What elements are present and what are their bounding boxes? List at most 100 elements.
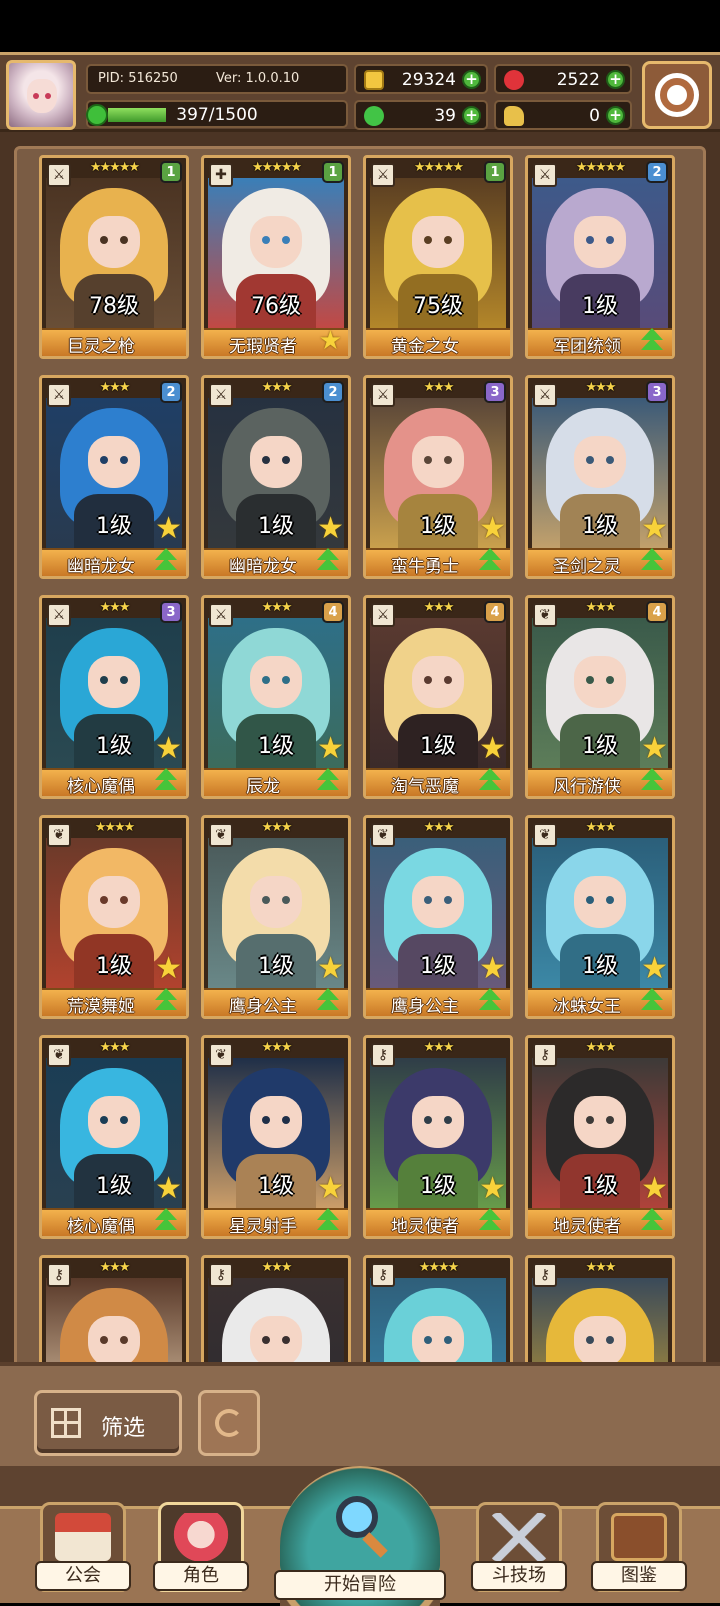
- character-list-panel: ⚔ ★★★★★ 1 78级 巨灵之枪 ✚ ★★★★★ 1 76级 无瑕贤者 ★ ⚔ ★★★★★…: [0, 132, 720, 1459]
- character-name: 核心魔偶: [67, 777, 135, 797]
- fist-counter: 0 +: [494, 100, 632, 130]
- portrait-eye: [586, 676, 594, 684]
- gem-value: 2522: [556, 70, 600, 90]
- rarity-stars: ★★★: [99, 1260, 131, 1275]
- nav-guild[interactable]: 公会: [35, 1502, 131, 1592]
- rank-badge: 1: [484, 161, 506, 183]
- portrait-face: [88, 436, 140, 488]
- rarity-stars: ★★★★: [94, 820, 136, 835]
- portrait-eye: [586, 1336, 594, 1344]
- star-upgrade-icon: ★: [318, 326, 342, 356]
- character-card[interactable]: ❦ ★★★ 4 1级 风行游侠 ★: [525, 595, 675, 799]
- clover-icon: [364, 106, 384, 126]
- clover-value: 39: [434, 106, 456, 126]
- portrait-eye: [444, 676, 452, 684]
- portrait-face: [412, 1316, 464, 1368]
- character-card[interactable]: ⚔ ★★★ 2 1级 幽暗龙女 ★: [201, 375, 351, 579]
- name-bar: 黄金之女: [366, 328, 510, 356]
- portrait-eye: [586, 896, 594, 904]
- character-card[interactable]: ✚ ★★★★★ 1 76级 无瑕贤者 ★: [201, 155, 351, 359]
- level-up-arrow-icon: [476, 548, 504, 574]
- star-upgrade-icon: ★: [317, 1171, 344, 1206]
- character-name: 蛮牛勇士: [391, 557, 459, 577]
- gold-value: 29324: [401, 70, 456, 90]
- character-card[interactable]: ❦ ★★★ 1级 鹰身公主 ★: [363, 815, 513, 1019]
- add-gold-button[interactable]: +: [462, 70, 481, 89]
- avatar-face: [27, 79, 57, 113]
- portrait-eye: [606, 456, 614, 464]
- portrait-eye: [586, 1116, 594, 1124]
- portrait-face: [574, 436, 626, 488]
- rarity-stars: ★★★: [261, 1260, 293, 1275]
- list-controls: 筛选: [0, 1362, 720, 1466]
- rarity-stars: ★★★: [423, 820, 455, 835]
- character-card[interactable]: ❦ ★★★ 1级 鹰身公主 ★: [201, 815, 351, 1019]
- settings-button[interactable]: [642, 61, 712, 129]
- rank-badge: 3: [646, 381, 668, 403]
- character-card[interactable]: ⚷ ★★★ 1级 地灵使者 ★: [525, 1035, 675, 1239]
- nav-character[interactable]: 角色: [153, 1502, 249, 1592]
- rank-badge: 3: [160, 601, 182, 623]
- player-avatar[interactable]: [6, 60, 76, 130]
- portrait-eye: [262, 236, 270, 244]
- rarity-stars: ★★★: [585, 1040, 617, 1055]
- portrait-eye: [282, 896, 290, 904]
- character-card[interactable]: ⚔ ★★★ 4 1级 淘气恶魔 ★: [363, 595, 513, 799]
- add-gem-button[interactable]: +: [606, 70, 625, 89]
- portrait-eye: [120, 1116, 128, 1124]
- character-card[interactable]: ⚔ ★★★★★ 1 78级 巨灵之枪: [39, 155, 189, 359]
- gold-coin-icon: [364, 70, 384, 90]
- portrait-eye: [606, 1116, 614, 1124]
- nav-arena-label: 斗技场: [471, 1561, 567, 1591]
- nav-arena[interactable]: 斗技场: [471, 1502, 567, 1592]
- rank-badge: 2: [646, 161, 668, 183]
- character-grid[interactable]: ⚔ ★★★★★ 1 78级 巨灵之枪 ✚ ★★★★★ 1 76级 无瑕贤者 ★ ⚔ ★★★★★…: [14, 146, 706, 1459]
- character-card[interactable]: ⚔ ★★★★★ 1 75级 黄金之女: [363, 155, 513, 359]
- character-card[interactable]: ⚔ ★★★ 3 1级 圣剑之灵 ★: [525, 375, 675, 579]
- character-card[interactable]: ⚔ ★★★ 2 1级 幽暗龙女 ★: [39, 375, 189, 579]
- star-upgrade-icon: ★: [317, 951, 344, 986]
- nav-codex[interactable]: 图鉴: [591, 1502, 687, 1592]
- nav-start-adventure[interactable]: 开始冒险: [274, 1466, 446, 1606]
- character-icon: [173, 1513, 229, 1561]
- star-upgrade-icon: ★: [479, 511, 506, 546]
- portrait-eye: [424, 1116, 432, 1124]
- rank-badge: 1: [160, 161, 182, 183]
- add-clover-button[interactable]: +: [462, 106, 481, 125]
- character-name: 淘气恶魔: [391, 777, 459, 797]
- refresh-icon: [215, 1409, 243, 1437]
- portrait-face: [412, 216, 464, 268]
- character-card[interactable]: ⚔ ★★★ 3 1级 蛮牛勇士 ★: [363, 375, 513, 579]
- filter-label: 筛选: [101, 1416, 146, 1441]
- character-name: 辰龙: [246, 777, 280, 797]
- portrait-face: [88, 1096, 140, 1148]
- character-card[interactable]: ⚷ ★★★ 1级 地灵使者 ★: [363, 1035, 513, 1239]
- portrait-eye: [262, 896, 270, 904]
- level-up-arrow-icon: [638, 1208, 666, 1234]
- filter-button[interactable]: 筛选: [34, 1390, 182, 1456]
- character-card[interactable]: ❦ ★★★ 1级 星灵射手 ★: [201, 1035, 351, 1239]
- portrait-face: [250, 436, 302, 488]
- portrait-eye: [262, 1116, 270, 1124]
- portrait-face: [574, 1316, 626, 1368]
- reset-filter-button[interactable]: [198, 1390, 260, 1456]
- character-card[interactable]: ❦ ★★★ 1级 核心魔偶 ★: [39, 1035, 189, 1239]
- character-card[interactable]: ⚔ ★★★★★ 2 1级 军团统领: [525, 155, 675, 359]
- level-up-arrow-icon: [314, 768, 342, 794]
- character-level: 76级: [251, 294, 301, 319]
- level-up-arrow-icon: [476, 768, 504, 794]
- level-up-arrow-icon: [638, 328, 666, 354]
- character-name: 风行游侠: [553, 777, 621, 797]
- character-card[interactable]: ❦ ★★★ 1级 冰蛛女王 ★: [525, 815, 675, 1019]
- filter-grid-icon: [51, 1408, 81, 1438]
- player-info-box: PID: 516250 Ver: 1.0.0.10: [86, 64, 348, 94]
- portrait-eye: [120, 456, 128, 464]
- portrait-eye: [100, 676, 108, 684]
- fist-value: 0: [589, 106, 600, 126]
- character-card[interactable]: ⚔ ★★★ 3 1级 核心魔偶 ★: [39, 595, 189, 799]
- rarity-stars: ★★★: [261, 820, 293, 835]
- character-card[interactable]: ⚔ ★★★ 4 1级 辰龙 ★: [201, 595, 351, 799]
- add-fist-button[interactable]: +: [606, 106, 625, 125]
- level-up-arrow-icon: [152, 768, 180, 794]
- character-card[interactable]: ❦ ★★★★ 1级 荒漠舞姬 ★: [39, 815, 189, 1019]
